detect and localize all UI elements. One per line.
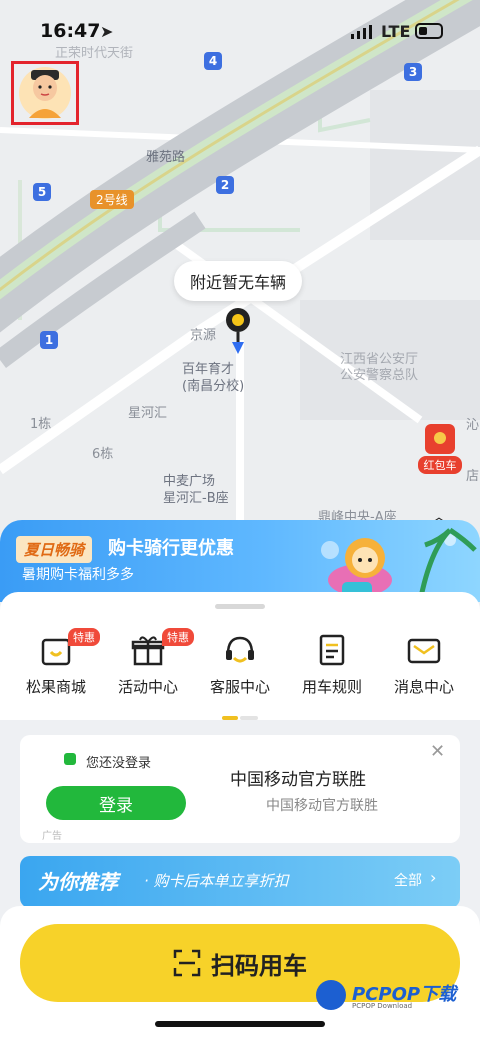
map-label: 星河汇 (128, 406, 168, 421)
avatar-button[interactable] (11, 61, 79, 125)
map-label: 京源 (190, 328, 217, 343)
map-label: 公安警察总队 (340, 368, 419, 383)
quick-item-label: 松果商城 (25, 678, 86, 696)
mail-icon (407, 638, 441, 664)
mascot-illustration (321, 527, 477, 602)
login-hint: 您还没登录 (86, 756, 152, 771)
promo-tag: 夏日畅骑 (16, 536, 93, 563)
metro-exit-badge: 2 (216, 176, 234, 194)
scan-icon (173, 949, 201, 977)
recommend-header[interactable]: 为你推荐 · 购卡后本单立享折扣 全部 › (20, 856, 460, 908)
scan-button-label: 扫码用车 (211, 951, 307, 980)
avatar (19, 67, 71, 119)
ad-subtitle: 中国移动官方联胜 (266, 798, 378, 814)
signal-icon (351, 25, 372, 39)
network-label: LTE (381, 22, 411, 41)
ad-title: 中国移动官方联胜 (230, 770, 366, 790)
watermark-logo-icon (316, 980, 346, 1010)
page-indicator (240, 716, 258, 720)
quick-item-service[interactable]: 客服中心 (194, 632, 286, 697)
quick-item-label: 用车规则 (301, 678, 362, 696)
nearby-status-bubble: 附近暂无车辆 (174, 261, 303, 301)
promo-title: 购卡骑行更优惠 (108, 538, 234, 559)
map-label: 雅苑路 (146, 150, 186, 165)
watermark-sub: PCPOP Download (352, 1002, 413, 1010)
page-indicator-active (222, 716, 238, 720)
quick-item-messages[interactable]: 消息中心 (378, 632, 470, 697)
battery-icon (415, 23, 443, 39)
login-button[interactable]: 登录 (46, 786, 186, 820)
ad-mark: 广告 (42, 831, 62, 842)
quick-item-label: 消息中心 (393, 678, 454, 696)
map-label: 沁 (466, 418, 480, 433)
close-icon[interactable]: ✕ (430, 741, 445, 762)
deal-badge: 特惠 (68, 628, 100, 646)
metro-line-badge: 2号线 (90, 190, 134, 209)
map-label: (南昌分校) (182, 379, 245, 394)
recommend-subtitle: · 购卡后本单立享折扣 (144, 872, 289, 890)
quick-item-label: 活动中心 (117, 678, 178, 696)
map-label: 星河汇-B座 (163, 491, 229, 506)
red-packet-car-button[interactable]: 红包车 (418, 424, 462, 476)
document-icon (319, 634, 345, 666)
map-label: 6栋 (92, 447, 114, 462)
drag-handle[interactable] (215, 604, 265, 609)
recommend-title: 为你推荐 (38, 870, 118, 894)
status-time: 16:47 (40, 20, 101, 42)
recommend-all-link[interactable]: 全部 (394, 870, 422, 890)
quick-menu-panel: 松果商城 特惠 活动中心 特惠 客服中心 用车规则 消息中心 (0, 592, 480, 720)
watermark: PCPOP下载 PCPOP Download (316, 978, 466, 1014)
lock-icon (64, 753, 76, 765)
promo-subtitle: 暑期购卡福利多多 (22, 567, 134, 583)
deal-badge: 特惠 (162, 628, 194, 646)
gift-icon (131, 636, 165, 666)
location-pin-icon (226, 308, 250, 354)
headset-icon (226, 636, 254, 663)
location-arrow-icon: ➤ (100, 22, 114, 41)
home-indicator (155, 1021, 325, 1027)
metro-exit-badge: 3 (404, 63, 422, 81)
chevron-right-icon: › (430, 868, 437, 887)
metro-exit-badge: 1 (40, 331, 58, 349)
red-packet-label: 红包车 (418, 456, 462, 474)
metro-exit-badge: 4 (204, 52, 222, 70)
promo-banner[interactable]: 夏日畅骑 购卡骑行更优惠 暑期购卡福利多多 (0, 520, 480, 602)
map-label: 店 (466, 469, 480, 484)
ad-card[interactable]: 您还没登录 登录 中国移动官方联胜 中国移动官方联胜 ✕ 广告 (20, 735, 460, 843)
metro-exit-badge: 5 (33, 183, 51, 201)
map-label: 正荣时代天街 (55, 46, 134, 61)
quick-item-label: 客服中心 (209, 678, 270, 696)
red-packet-icon (425, 424, 455, 454)
map-label: 1栋 (30, 417, 52, 432)
quick-item-rules[interactable]: 用车规则 (286, 632, 378, 697)
